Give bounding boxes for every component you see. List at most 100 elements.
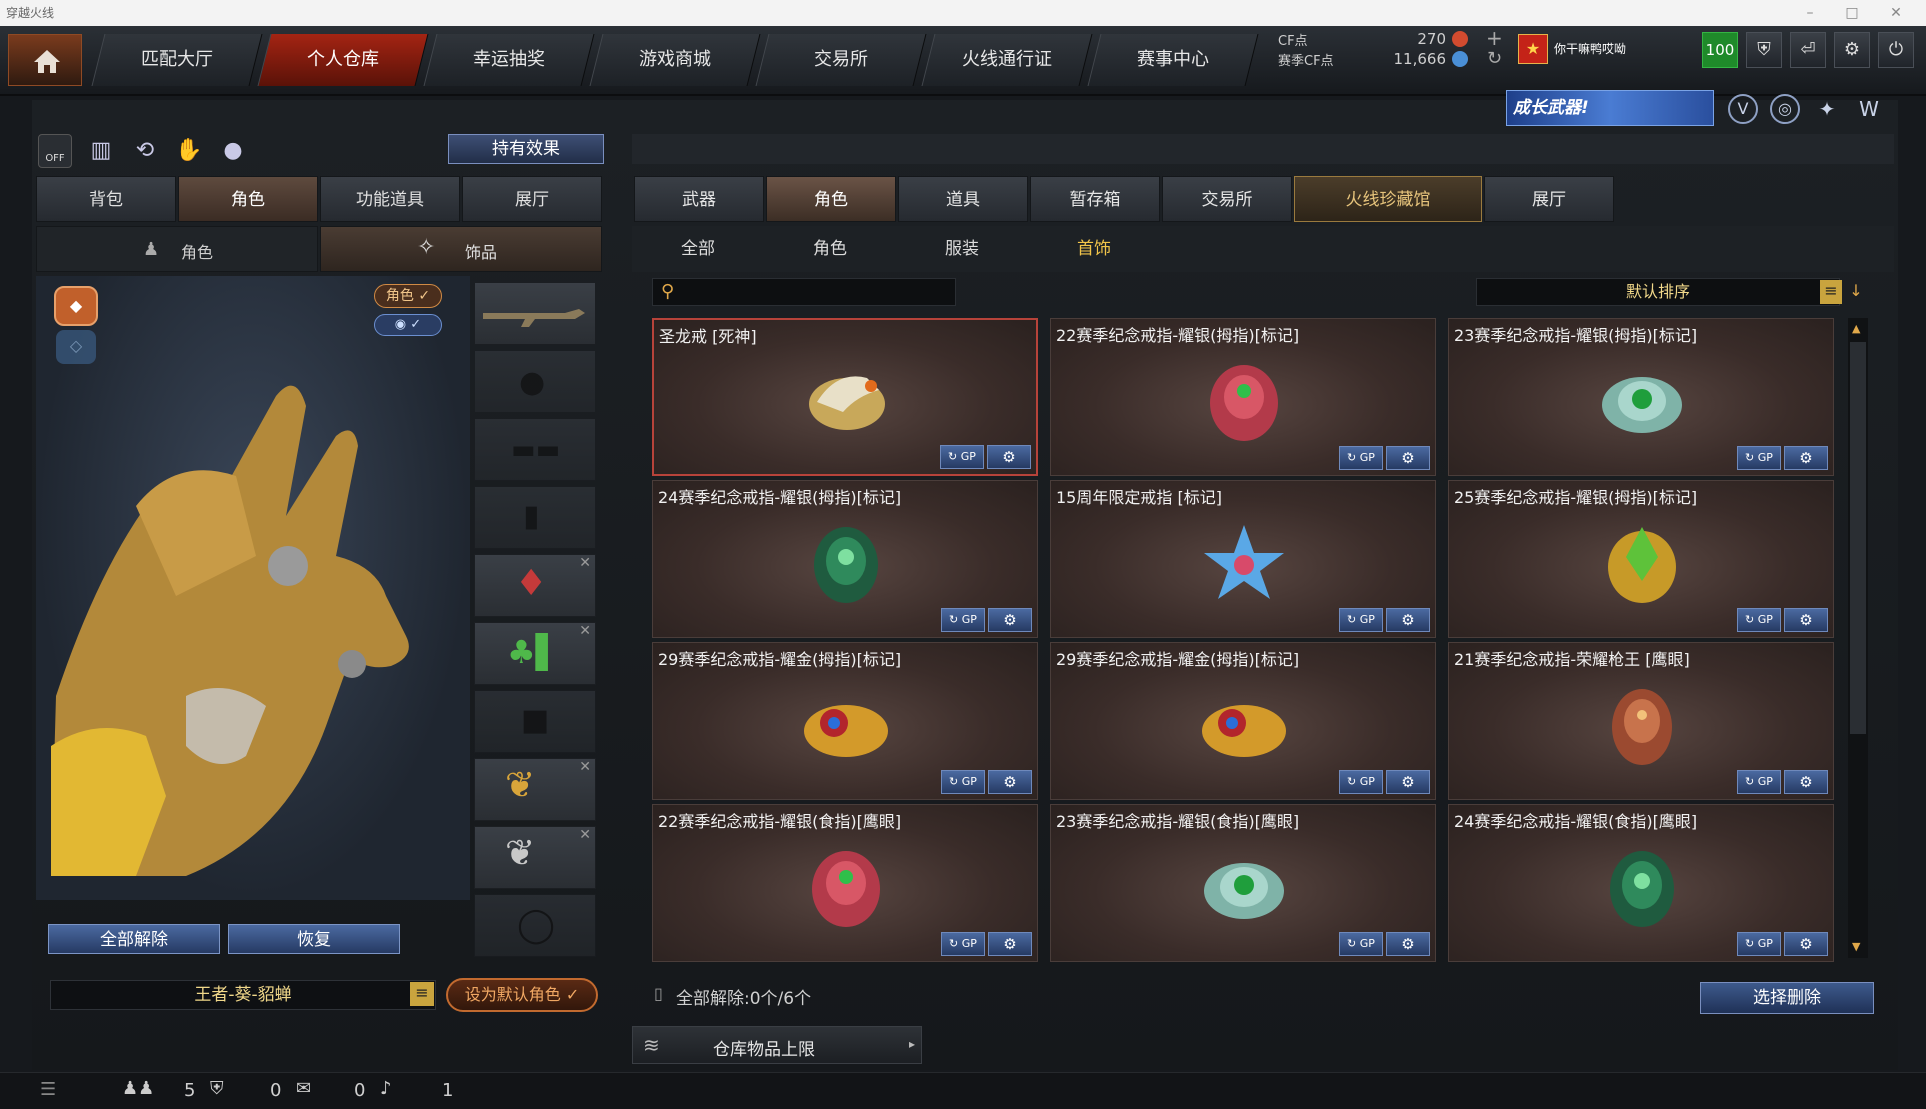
slot-ring-2[interactable]: ✕ ❦ (474, 826, 596, 889)
left-tab-3[interactable]: 展厅 (462, 176, 602, 222)
slot-gloves[interactable]: ■ (474, 690, 596, 753)
scroll-up-icon[interactable]: ▲ (1852, 322, 1860, 335)
add-currency-icon[interactable]: + (1486, 26, 1503, 50)
search-input[interactable]: ⚲ (652, 278, 956, 306)
maximize-icon[interactable]: □ (1832, 0, 1872, 26)
wings-icon[interactable]: W (1854, 94, 1884, 124)
right-tab-1[interactable]: 角色 (766, 176, 896, 222)
item-card[interactable]: 15周年限定戒指 [标记] ↻ GP ⚙ (1050, 480, 1436, 638)
right-tab-2[interactable]: 道具 (898, 176, 1028, 222)
item-settings-button[interactable]: ⚙ (1784, 608, 1828, 632)
hold-effect-button[interactable]: 持有效果 (448, 134, 604, 164)
convert-gp-button[interactable]: ↻ GP (1737, 608, 1781, 632)
power-icon[interactable]: ⏻ (1878, 32, 1914, 68)
rotate-icon[interactable]: ⟲ (128, 134, 162, 168)
remove-icon[interactable]: ✕ (579, 623, 591, 639)
subtab-accessory[interactable]: ✧ 饰品 (320, 226, 602, 272)
convert-gp-button[interactable]: ↻ GP (941, 770, 985, 794)
item-card[interactable]: 23赛季纪念戒指-耀银(食指)[鹰眼] ↻ GP ⚙ (1050, 804, 1436, 962)
close-icon[interactable]: ✕ (1876, 0, 1916, 26)
emblem-secondary-icon[interactable]: ◇ (56, 330, 96, 364)
right-tab-3[interactable]: 暂存箱 (1030, 176, 1160, 222)
exit-room-icon[interactable]: ⏎ (1790, 32, 1826, 68)
item-settings-button[interactable]: ⚙ (1386, 446, 1430, 470)
eagle-emblem-icon[interactable]: ◆ (54, 286, 98, 326)
visibility-toggle[interactable]: ◉ ✓ (374, 314, 442, 336)
convert-gp-button[interactable]: ↻ GP (1339, 446, 1383, 470)
item-card[interactable]: 24赛季纪念戒指-耀银(拇指)[标记] ↻ GP ⚙ (652, 480, 1038, 638)
slot-emblem[interactable]: ✕ ♦ (474, 554, 596, 617)
slot-spray[interactable]: ✕ ♣▌ (474, 622, 596, 685)
filter-0[interactable]: 全部 (658, 234, 738, 264)
sort-dropdown[interactable]: 默认排序 (1476, 278, 1840, 306)
item-settings-button[interactable]: ⚙ (1386, 608, 1430, 632)
badge-icon[interactable]: V (1728, 94, 1758, 124)
growth-weapon-banner[interactable]: 成长武器! (1506, 90, 1714, 126)
item-settings-button[interactable]: ⚙ (988, 770, 1032, 794)
subtab-character[interactable]: ♟ 角色 (36, 226, 318, 272)
left-tab-1[interactable]: 角色 (178, 176, 318, 222)
character-preview[interactable]: ◆ ◇ 角色 ✓ ◉ ✓ (36, 276, 470, 900)
convert-gp-button[interactable]: ↻ GP (1339, 770, 1383, 794)
convert-gp-button[interactable]: ↻ GP (941, 608, 985, 632)
remove-icon[interactable]: ✕ (579, 759, 591, 775)
right-tab-0[interactable]: 武器 (634, 176, 764, 222)
nav-tab-0[interactable]: 匹配大厅 (91, 34, 263, 86)
convert-gp-button[interactable]: ↻ GP (941, 932, 985, 956)
ranking-icon[interactable]: ▥ (84, 134, 118, 168)
clan-shield-icon[interactable]: ⛨ (210, 1078, 224, 1099)
right-tab-4[interactable]: 交易所 (1162, 176, 1292, 222)
item-settings-button[interactable]: ⚙ (1784, 932, 1828, 956)
right-tab-5[interactable]: 火线珍藏馆 (1294, 176, 1482, 222)
nav-tab-3[interactable]: 游戏商城 (589, 34, 761, 86)
filter-3[interactable]: 首饰 (1054, 234, 1134, 264)
list-icon[interactable]: ☰ (40, 1079, 56, 1100)
settings-icon[interactable]: ⚙ (1834, 32, 1870, 68)
set-default-character-button[interactable]: 设为默认角色 ✓ (446, 978, 598, 1012)
item-settings-button[interactable]: ⚙ (1386, 932, 1430, 956)
shield-icon[interactable]: ⛨ (1746, 32, 1782, 68)
scrollbar[interactable]: ▲ ▼ (1848, 318, 1868, 958)
convert-gp-button[interactable]: ↻ GP (1737, 932, 1781, 956)
item-card[interactable]: 25赛季纪念戒指-耀银(拇指)[标记] ↻ GP ⚙ (1448, 480, 1834, 638)
filter-2[interactable]: 服装 (922, 234, 1002, 264)
item-settings-button[interactable]: ⚙ (988, 932, 1032, 956)
item-card[interactable]: 22赛季纪念戒指-耀银(拇指)[标记] ↻ GP ⚙ (1050, 318, 1436, 476)
refresh-icon[interactable]: ↻ (1487, 48, 1502, 69)
convert-gp-button[interactable]: ↻ GP (1737, 770, 1781, 794)
remove-icon[interactable]: ✕ (579, 555, 591, 571)
item-card[interactable]: 23赛季纪念戒指-耀银(拇指)[标记] ↻ GP ⚙ (1448, 318, 1834, 476)
restore-button[interactable]: 恢复 (228, 924, 400, 954)
friends-icon[interactable]: ♟♟ (122, 1078, 154, 1099)
sort-menu-icon[interactable]: ≡ (1820, 280, 1842, 304)
slot-vest[interactable]: ▮ (474, 486, 596, 549)
chat-icon[interactable]: ✉ (296, 1078, 311, 1099)
filter-1[interactable]: 角色 (790, 234, 870, 264)
volume-icon[interactable]: ♪ (380, 1078, 392, 1099)
convert-gp-button[interactable]: ↻ GP (940, 445, 984, 469)
pose-icon[interactable]: ✋ (172, 134, 206, 168)
right-tab-6[interactable]: 展厅 (1484, 176, 1614, 222)
left-tab-0[interactable]: 背包 (36, 176, 176, 222)
scrollbar-thumb[interactable] (1850, 342, 1866, 734)
user-name[interactable]: 你干嘛鸭哎呦 (1554, 40, 1626, 57)
slot-bracelet[interactable]: ◯ (474, 894, 596, 957)
scroll-down-icon[interactable]: ▼ (1852, 940, 1860, 953)
item-card[interactable]: 21赛季纪念戒指-荣耀枪王 [鹰眼] ↻ GP ⚙ (1448, 642, 1834, 800)
remove-icon[interactable]: ✕ (579, 827, 591, 843)
menu-icon[interactable]: ≡ (410, 982, 434, 1006)
nav-tab-2[interactable]: 幸运抽奖 (423, 34, 595, 86)
convert-gp-button[interactable]: ↻ GP (1737, 446, 1781, 470)
unequip-all-button[interactable]: 全部解除 (48, 924, 220, 954)
left-tab-2[interactable]: 功能道具 (320, 176, 460, 222)
item-card[interactable]: 29赛季纪念戒指-耀金(拇指)[标记] ↻ GP ⚙ (652, 642, 1038, 800)
globe-icon[interactable]: ◎ (1770, 94, 1800, 124)
nav-tab-1[interactable]: 个人仓库 (257, 34, 429, 86)
item-settings-button[interactable]: ⚙ (1386, 770, 1430, 794)
item-settings-button[interactable]: ⚙ (1784, 446, 1828, 470)
slot-ring[interactable]: ✕ ❦ (474, 758, 596, 821)
slot-glasses[interactable]: ▬▬ (474, 418, 596, 481)
toggle-off-icon[interactable]: OFF (38, 134, 72, 168)
convert-gp-button[interactable]: ↻ GP (1339, 932, 1383, 956)
character-name-field[interactable]: 王者-葵-貂蝉 (50, 980, 436, 1010)
